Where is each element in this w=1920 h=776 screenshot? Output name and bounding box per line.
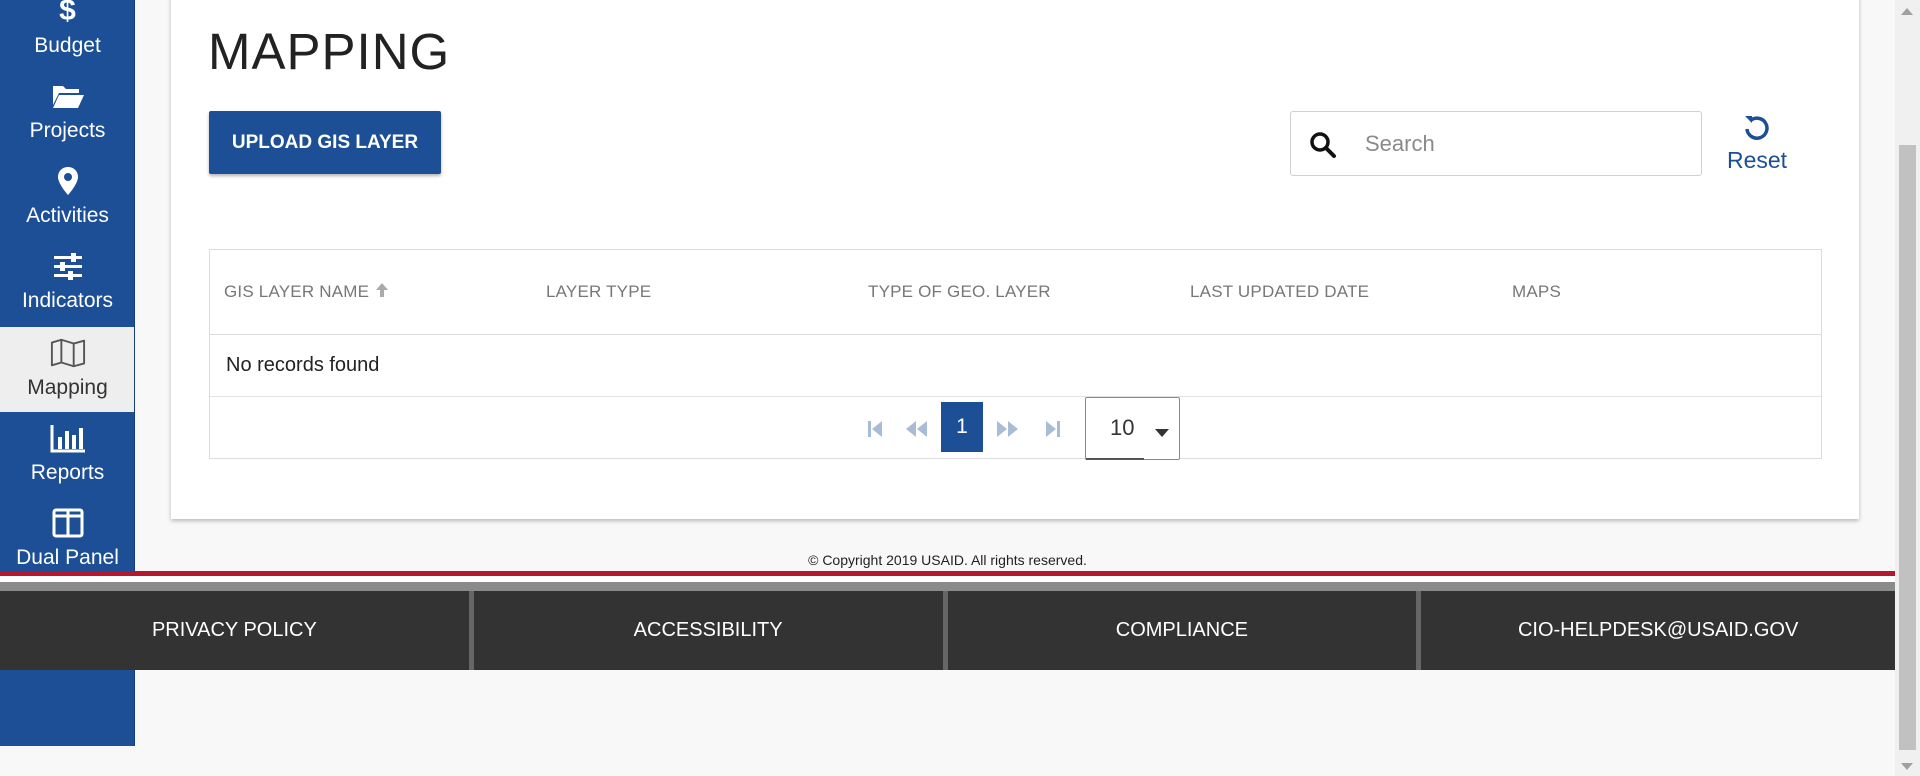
sidebar-item-projects[interactable]: Projects	[0, 70, 134, 155]
sidebar-item-dual-panel[interactable]: Dual Panel	[0, 497, 134, 582]
sidebar-item-reports[interactable]: Reports	[0, 412, 134, 497]
folder-open-icon	[50, 80, 86, 112]
column-header-type-of-geo-layer[interactable]: TYPE OF GEO. LAYER	[868, 282, 1051, 302]
empty-table-row: No records found	[210, 335, 1821, 397]
vertical-scrollbar[interactable]	[1895, 0, 1920, 776]
accessibility-link[interactable]: ACCESSIBILITY	[474, 591, 943, 670]
compliance-link[interactable]: COMPLIANCE	[948, 591, 1417, 670]
reset-button[interactable]: Reset	[1722, 113, 1792, 174]
column-header-gis-layer-name[interactable]: GIS LAYER NAME	[224, 282, 389, 303]
sidebar-item-label: Reports	[30, 461, 105, 484]
sidebar-item-mapping[interactable]: Mapping	[0, 327, 134, 412]
search-icon	[1309, 131, 1337, 164]
sidebar-item-indicators[interactable]: Indicators	[0, 240, 134, 325]
first-page-icon[interactable]	[863, 417, 887, 441]
sidebar-item-label: Indicators	[21, 289, 114, 312]
sidebar-item-label: Budget	[34, 34, 101, 57]
undo-icon	[1722, 113, 1792, 143]
map-icon	[50, 337, 86, 369]
sidebar-item-label: Projects	[29, 119, 106, 142]
empty-message: No records found	[226, 354, 380, 376]
next-page-icon[interactable]	[995, 417, 1019, 441]
sidebar-item-budget[interactable]: $ Budget	[0, 0, 134, 70]
table-header: GIS LAYER NAME LAYER TYPE TYPE OF GEO. L…	[210, 250, 1821, 335]
bar-chart-icon	[50, 422, 86, 454]
dollar-icon: $	[59, 0, 76, 27]
page-size-underline	[1086, 458, 1144, 460]
search-input[interactable]	[1365, 124, 1685, 164]
scroll-down-arrow-icon[interactable]	[1901, 758, 1913, 776]
map-marker-icon	[50, 165, 86, 197]
column-header-layer-type[interactable]: LAYER TYPE	[546, 282, 651, 302]
scrollbar-thumb[interactable]	[1899, 145, 1916, 750]
footer-grey-divider	[0, 582, 1895, 591]
last-page-icon[interactable]	[1041, 417, 1065, 441]
page-title: MAPPING	[208, 23, 451, 80]
reset-label: Reset	[1726, 147, 1788, 173]
previous-page-icon[interactable]	[905, 417, 929, 441]
sidebar-item-activities[interactable]: Activities	[0, 155, 134, 240]
privacy-policy-link[interactable]: PRIVACY POLICY	[0, 591, 469, 670]
caret-down-icon	[1155, 425, 1169, 443]
sliders-icon	[50, 250, 86, 282]
search-box	[1290, 111, 1702, 176]
column-header-label: GIS LAYER NAME	[224, 282, 370, 301]
copyright-text: © Copyright 2019 USAID. All rights reser…	[808, 552, 1087, 568]
column-header-maps[interactable]: MAPS	[1512, 282, 1561, 302]
scroll-up-arrow-icon[interactable]	[1901, 2, 1913, 20]
column-header-last-updated-date[interactable]: LAST UPDATED DATE	[1190, 282, 1369, 302]
page-1-button[interactable]: 1	[941, 402, 983, 452]
gis-layers-table: GIS LAYER NAME LAYER TYPE TYPE OF GEO. L…	[209, 249, 1822, 460]
sidebar-item-label: Activities	[26, 204, 109, 227]
footer: PRIVACY POLICY ACCESSIBILITY COMPLIANCE …	[0, 591, 1895, 670]
helpdesk-email-link[interactable]: CIO-HELPDESK@USAID.GOV	[1421, 591, 1895, 670]
pagination: 1 10	[210, 397, 1821, 460]
sort-ascending-icon	[375, 282, 389, 303]
upload-gis-layer-button[interactable]: UPLOAD GIS LAYER	[209, 111, 441, 174]
page-size-dropdown[interactable]: 10	[1085, 397, 1180, 460]
sidebar-item-label: Mapping	[27, 376, 108, 399]
columns-icon	[50, 507, 86, 539]
page-size-value: 10	[1110, 415, 1135, 440]
